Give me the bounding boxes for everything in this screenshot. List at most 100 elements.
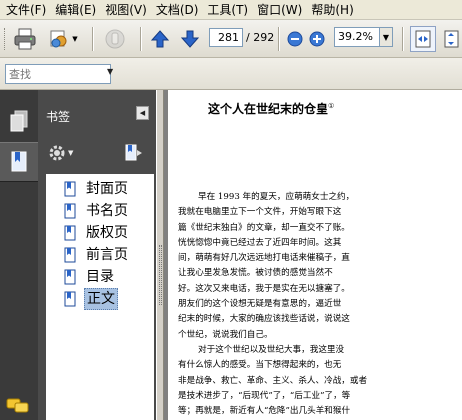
bookmark-label: 书名页	[86, 203, 128, 219]
bookmark-icon	[64, 269, 76, 285]
bookmark-icon	[64, 291, 76, 307]
page-count: / 292	[246, 31, 275, 44]
reader-window: 文件(F) 编辑(E) 视图(V) 文档(D) 工具(T) 窗口(W) 帮助(H…	[0, 0, 462, 420]
document-view[interactable]: 这个人在世纪末的仓皇① 早在 1993 年的夏天，应萌萌女士之约， 我就在电脑里…	[164, 90, 462, 420]
fit-width-icon	[415, 30, 431, 48]
fit-page-button[interactable]	[440, 27, 462, 51]
zoom-out-button[interactable]	[286, 29, 304, 49]
text-line: 间，萌萌有好几次远远地打电话来催稿子，直	[178, 253, 350, 264]
next-page-button[interactable]	[178, 27, 202, 51]
bookmark-icon	[64, 181, 76, 197]
comments-icon[interactable]	[6, 398, 30, 417]
footnote-mark: ①	[328, 102, 335, 110]
menu-edit[interactable]: 编辑(E)	[53, 1, 103, 19]
bookmarks-panel-title: 书签	[46, 110, 71, 124]
find-options-dropdown[interactable]: ▼	[107, 67, 113, 76]
text-line: 让我心里发急发慌。被讨债的感觉当然不	[178, 268, 333, 279]
bookmark-item[interactable]: 封面页	[46, 178, 151, 200]
toolbar-separator	[92, 27, 93, 51]
bookmark-label: 前言页	[86, 247, 128, 263]
bookmark-item-selected[interactable]: 正文	[46, 288, 151, 310]
chevron-down-icon: ▼	[68, 149, 74, 157]
bookmarks-panel-header: 书签 ◀	[38, 104, 156, 126]
text-line: 非是战争、救亡、革命、主义、杀人、冷战，或者	[178, 375, 368, 386]
bookmarks-panel: 书签 ◀ ▼ 封面页 书名页 版权页 前言页 目录 正文	[38, 90, 156, 420]
menu-bar: 文件(F) 编辑(E) 视图(V) 文档(D) 工具(T) 窗口(W) 帮助(H…	[0, 0, 462, 20]
pages-icon	[10, 110, 28, 132]
share-button[interactable]: ▼	[46, 27, 80, 51]
bookmarks-tab[interactable]	[0, 142, 38, 182]
text-line: 有什么惊人的感受。当下想得起来的，也无	[178, 360, 342, 371]
printer-icon	[14, 28, 36, 50]
chevron-down-icon: ▼	[382, 32, 390, 42]
bookmark-item[interactable]: 前言页	[46, 244, 151, 266]
toolbar-separator	[140, 27, 141, 51]
text-line: 个世纪，说说我们自己。	[178, 329, 273, 340]
pane-splitter[interactable]	[156, 90, 164, 420]
text-line: 朋友们的这个设想无疑是有意思的，逼近世	[178, 299, 342, 310]
text-line: 早在 1993 年的夏天，应萌萌女士之约，	[198, 192, 355, 202]
menu-tools[interactable]: 工具(T)	[205, 1, 255, 19]
panel-options-button[interactable]: ◀	[136, 106, 149, 120]
menu-view[interactable]: 视图(V)	[103, 1, 154, 19]
paragraph: 早在 1993 年的夏天，应萌萌女士之约， 我就在电脑里立下一个文件，开始写眼下…	[178, 190, 462, 343]
bookmark-label: 正文	[84, 288, 118, 310]
menu-file[interactable]: 文件(F)	[4, 1, 53, 19]
hand-icon	[105, 29, 125, 49]
toolbar-separator	[278, 27, 279, 51]
bookmark-panel-icon	[11, 151, 27, 172]
document-title: 这个人在世纪末的仓皇①	[208, 100, 334, 117]
text-line: 是技术进步了，“后现代”了，“后工业”了，等	[178, 390, 351, 401]
expand-bookmark-button[interactable]	[124, 144, 144, 165]
document-page: 这个人在世纪末的仓皇① 早在 1993 年的夏天，应萌萌女士之约， 我就在电脑里…	[168, 90, 462, 420]
zoom-level-field[interactable]: 39.2%	[334, 27, 380, 47]
bookmark-item[interactable]: 版权页	[46, 222, 151, 244]
menu-document[interactable]: 文档(D)	[154, 1, 206, 19]
find-input[interactable]	[5, 64, 111, 84]
fit-width-button[interactable]	[410, 26, 436, 52]
hand-tool-button[interactable]	[102, 27, 128, 51]
page-number-input[interactable]	[209, 28, 243, 47]
text-line: 等；再就是，新近有人“危降”出几头羊和猴什	[178, 406, 351, 417]
arrow-down-icon	[180, 30, 200, 48]
bookmark-label: 目录	[86, 269, 114, 285]
bookmark-options-button[interactable]: ▼	[48, 144, 73, 162]
pages-tab[interactable]	[0, 102, 38, 142]
text-line: 恍恍惚惚中竟已经过去了近四年时间。这其	[178, 237, 342, 248]
text-line: 好。这次又来电话，我于是实在无以搪塞了。	[178, 283, 350, 294]
menu-help[interactable]: 帮助(H)	[309, 1, 360, 19]
navigation-pane-strip	[0, 90, 38, 420]
collaborate-icon	[50, 30, 67, 48]
menu-window[interactable]: 窗口(W)	[255, 1, 309, 19]
bookmark-item[interactable]: 目录	[46, 266, 151, 288]
bookmark-label: 版权页	[86, 225, 128, 241]
chevron-right-icon: ◀	[139, 109, 146, 117]
toolbar-separator	[402, 27, 403, 51]
previous-page-button[interactable]	[148, 27, 172, 51]
document-title-text: 这个人在世纪末的仓皇	[208, 102, 329, 116]
arrow-up-icon	[150, 30, 170, 48]
find-toolbar: ▼	[0, 58, 462, 90]
bookmark-icon	[64, 203, 76, 219]
text-line: 我就在电脑里立下一个文件，开始写眼下这	[178, 207, 342, 218]
plus-circle-icon	[309, 31, 325, 47]
bookmarks-toolbar: ▼	[38, 140, 156, 168]
zoom-dropdown-button[interactable]: ▼	[380, 27, 393, 47]
fit-page-icon	[444, 30, 459, 48]
bookmark-list: 封面页 书名页 版权页 前言页 目录 正文	[46, 174, 154, 420]
toolbar-grip[interactable]	[4, 28, 7, 50]
text-line: 对于这个世纪以及世纪大事，我这里没	[198, 345, 345, 355]
bookmark-icon	[64, 247, 76, 263]
text-line: 篇《世纪末独白》的文章，却一直交不了账。	[178, 222, 350, 233]
gear-icon	[49, 145, 65, 161]
zoom-in-button[interactable]	[308, 29, 326, 49]
minus-circle-icon	[287, 31, 303, 47]
print-button[interactable]	[12, 27, 38, 51]
text-line: 纪末的时候，大家的确应该找些话说，说说这	[178, 314, 350, 325]
chevron-down-icon: ▼	[72, 35, 78, 43]
splitter-grip[interactable]	[159, 245, 162, 305]
bookmark-go-icon	[125, 144, 142, 161]
bookmark-label: 封面页	[86, 181, 128, 197]
bookmark-item[interactable]: 书名页	[46, 200, 151, 222]
paragraph: 对于这个世纪以及世纪大事，我这里没 有什么惊人的感受。当下想得起来的，也无 非是…	[178, 343, 462, 419]
